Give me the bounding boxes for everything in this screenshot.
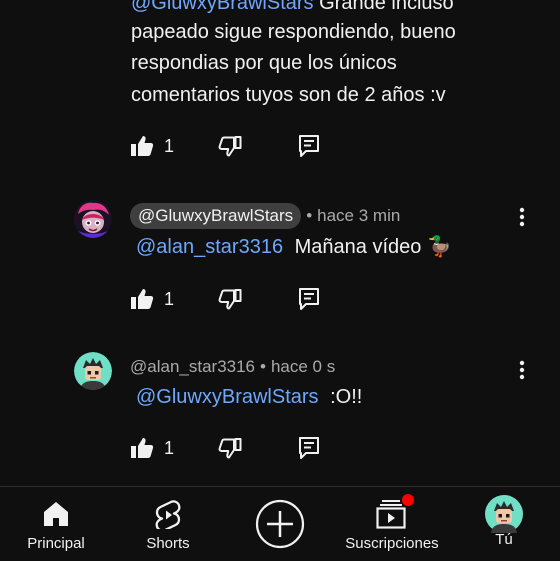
dislike-button[interactable] [218, 437, 242, 459]
timestamp: hace 0 s [270, 357, 336, 376]
nav-subscriptions-label: Suscripciones [345, 535, 439, 552]
dislike-icon [218, 135, 242, 157]
more-icon [519, 207, 525, 232]
reply-icon [298, 134, 320, 158]
avatar[interactable] [74, 200, 112, 238]
comment-1-text-start: Grande incluso [313, 0, 454, 14]
nav-you-label: Tú [495, 531, 513, 548]
like-count: 1 [164, 288, 175, 309]
reply-button[interactable] [298, 134, 320, 158]
like-icon [130, 288, 154, 310]
like-count: 1 [164, 135, 175, 156]
create-button[interactable] [250, 487, 310, 561]
like-icon [130, 437, 154, 459]
reply-icon [298, 287, 320, 311]
you-avatar [485, 495, 523, 533]
dislike-icon [218, 437, 242, 459]
like-button[interactable]: 1 [130, 135, 174, 157]
separator-dot: • [306, 206, 313, 225]
mention-link[interactable]: @alan_star3316 [136, 236, 283, 258]
comment-1-line-2: respondias por que los únicos [131, 52, 397, 74]
nav-home[interactable]: Principal [16, 487, 96, 561]
more-options-button[interactable] [512, 357, 532, 387]
separator-dot: • [260, 357, 266, 376]
comment-2-body: @alan_star3316 Mañana vídeo 🦆 [136, 232, 452, 263]
nav-home-label: Principal [27, 535, 85, 552]
more-icon [519, 360, 525, 385]
dislike-button[interactable] [218, 135, 242, 157]
nav-shorts-label: Shorts [146, 535, 190, 552]
comment-2-actions: 1 [130, 284, 319, 314]
comment-3-text: :O!! [330, 386, 363, 408]
reply-button[interactable] [298, 436, 320, 460]
nav-you[interactable]: Tú [474, 487, 534, 561]
comment-3-header: @alan_star3316 • hace 0 s [130, 354, 335, 380]
comment-3-body: @GluwxyBrawlStars :O!! [136, 382, 362, 413]
like-button[interactable]: 1 [130, 437, 174, 459]
reply-button[interactable] [298, 287, 320, 311]
notification-dot [402, 494, 414, 506]
timestamp: hace 3 min [317, 206, 401, 225]
reply-icon [298, 436, 320, 460]
subscriptions-icon [376, 494, 414, 531]
create-icon [255, 499, 305, 549]
mention-link[interactable]: @GluwxyBrawlStars [131, 0, 314, 14]
author-chip[interactable]: @GluwxyBrawlStars [130, 203, 302, 229]
bottom-navigation: Principal Shorts Suscripciones Tú [0, 486, 560, 561]
dislike-button[interactable] [218, 288, 242, 310]
comment-2-text: Mañana vídeo 🦆 [294, 236, 452, 258]
home-icon [42, 497, 70, 531]
dislike-icon [218, 288, 242, 310]
author-name[interactable]: @alan_star3316 [130, 357, 255, 377]
avatar[interactable] [74, 352, 112, 390]
comment-3-actions: 1 [130, 433, 319, 463]
more-options-button[interactable] [512, 204, 532, 234]
comment-1-line-3: comentarios tuyos son de 2 años :v [131, 84, 446, 106]
comment-2-header: @GluwxyBrawlStars • hace 3 min [130, 203, 400, 229]
like-icon [130, 135, 154, 157]
shorts-icon [154, 497, 182, 531]
like-button[interactable]: 1 [130, 288, 174, 310]
like-count: 1 [164, 437, 175, 458]
comment-1-line-1: papeado sigue respondiendo, bueno [131, 21, 456, 43]
comment-1-actions: 1 [130, 131, 319, 161]
nav-subscriptions[interactable]: Suscripciones [336, 487, 448, 561]
mention-link[interactable]: @GluwxyBrawlStars [136, 386, 319, 408]
nav-shorts[interactable]: Shorts [128, 487, 208, 561]
